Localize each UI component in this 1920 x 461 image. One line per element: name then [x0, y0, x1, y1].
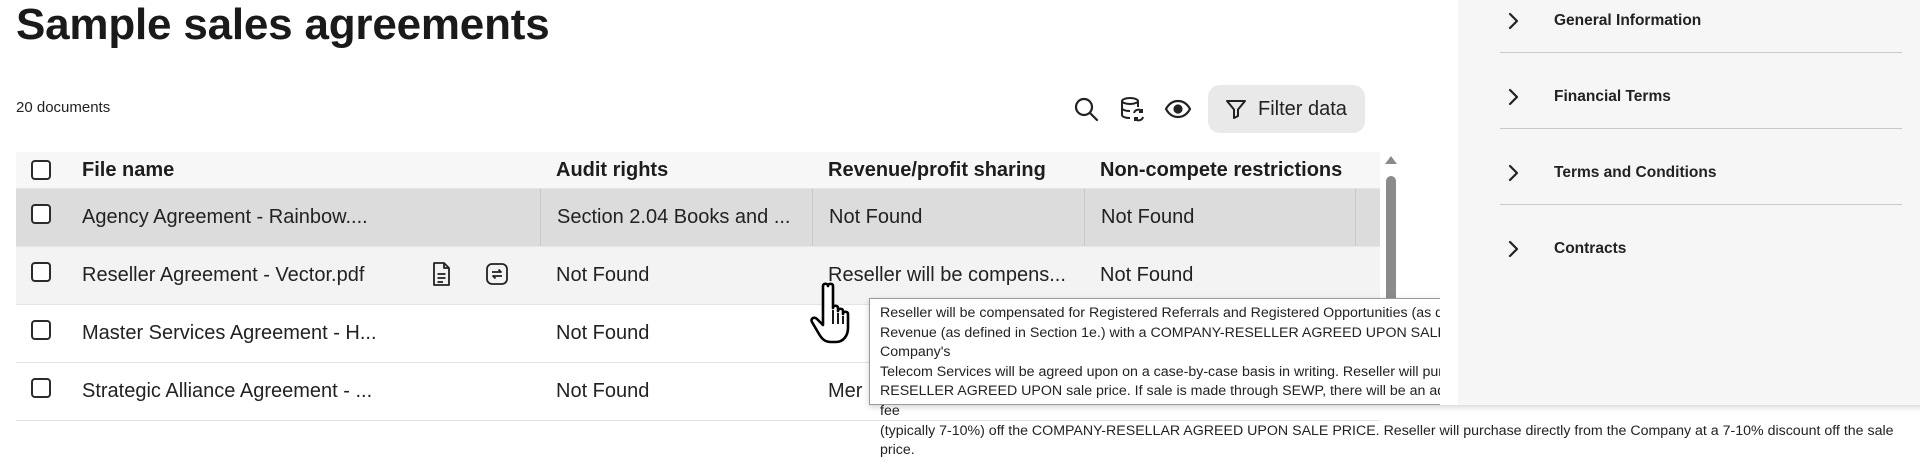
sidebar: General Information Financial Terms Term… [1440, 0, 1920, 405]
database-sync-icon[interactable] [1112, 89, 1152, 129]
row-checkbox-cell [16, 305, 66, 362]
filter-data-label: Filter data [1258, 97, 1347, 120]
audit-rights-cell[interactable]: Not Found [540, 363, 812, 420]
page-title: Sample sales agreements [16, 0, 550, 49]
search-icon[interactable] [1066, 89, 1106, 129]
chevron-right-icon [1508, 88, 1519, 106]
row-checkbox-cell [16, 189, 66, 246]
accordion-contracts[interactable]: Contracts [1500, 218, 1902, 280]
document-count: 20 documents [16, 99, 111, 116]
scroll-up-arrow-icon[interactable] [1385, 156, 1397, 164]
column-header-revenue-sharing[interactable]: Revenue/profit sharing [812, 152, 1084, 188]
document-icon[interactable] [426, 259, 456, 289]
chevron-right-icon [1508, 164, 1519, 182]
accordion-label: General Information [1554, 12, 1702, 29]
non-compete-cell[interactable]: Not Found [1084, 189, 1356, 246]
column-header-non-compete[interactable]: Non-compete restrictions [1084, 152, 1356, 188]
filter-icon [1226, 100, 1246, 119]
filter-data-button[interactable]: Filter data [1208, 85, 1365, 133]
chevron-right-icon [1508, 240, 1519, 258]
main-content: Sample sales agreements 20 documents Fil… [0, 0, 1920, 458]
tooltip-line: (typically 7-10%) off the COMPANY-RESELL… [880, 422, 1894, 459]
row-checkbox[interactable] [31, 377, 51, 398]
audit-rights-cell[interactable]: Not Found [540, 247, 812, 304]
table-header: File name Audit rights Revenue/profit sh… [16, 152, 1380, 189]
sidebar-panel: General Information Financial Terms Term… [1458, 0, 1920, 405]
column-header-file-name[interactable]: File name [66, 152, 540, 188]
select-all-cell [16, 152, 66, 188]
audit-rights-cell[interactable]: Not Found [540, 305, 812, 362]
select-all-checkbox[interactable] [31, 160, 51, 180]
toolbar: Filter data [1066, 84, 1365, 134]
revenue-sharing-cell[interactable]: Not Found [812, 189, 1084, 246]
eye-icon[interactable] [1158, 89, 1198, 129]
row-checkbox[interactable] [31, 203, 51, 224]
table-row[interactable]: Reseller Agreement - Vector.pdf Not Foun… [16, 247, 1380, 305]
row-actions [426, 259, 538, 289]
row-checkbox-cell [16, 363, 66, 420]
accordion-terms-and-conditions[interactable]: Terms and Conditions [1500, 142, 1902, 205]
accordion-financial-terms[interactable]: Financial Terms [1500, 66, 1902, 129]
file-name-cell[interactable]: Strategic Alliance Agreement - ... [66, 363, 540, 420]
accordion-label: Terms and Conditions [1554, 164, 1717, 181]
non-compete-cell[interactable]: Not Found [1084, 247, 1356, 304]
file-name-cell[interactable]: Master Services Agreement - H... [66, 305, 540, 362]
row-checkbox-cell [16, 247, 66, 304]
audit-rights-cell[interactable]: Section 2.04 Books and ... [540, 189, 812, 246]
row-checkbox[interactable] [31, 261, 51, 282]
hand-cursor-icon [806, 280, 866, 348]
table-row[interactable]: Agency Agreement - Rainbow.... Section 2… [16, 189, 1380, 247]
row-checkbox[interactable] [31, 319, 51, 340]
accordion-label: Contracts [1554, 240, 1627, 257]
file-name-cell[interactable]: Agency Agreement - Rainbow.... [66, 189, 540, 246]
accordion-label: Financial Terms [1554, 88, 1671, 105]
accordion-general-information[interactable]: General Information [1500, 0, 1902, 53]
extract-data-icon[interactable] [482, 259, 512, 289]
chevron-right-icon [1508, 12, 1519, 30]
column-header-audit-rights[interactable]: Audit rights [540, 152, 812, 188]
